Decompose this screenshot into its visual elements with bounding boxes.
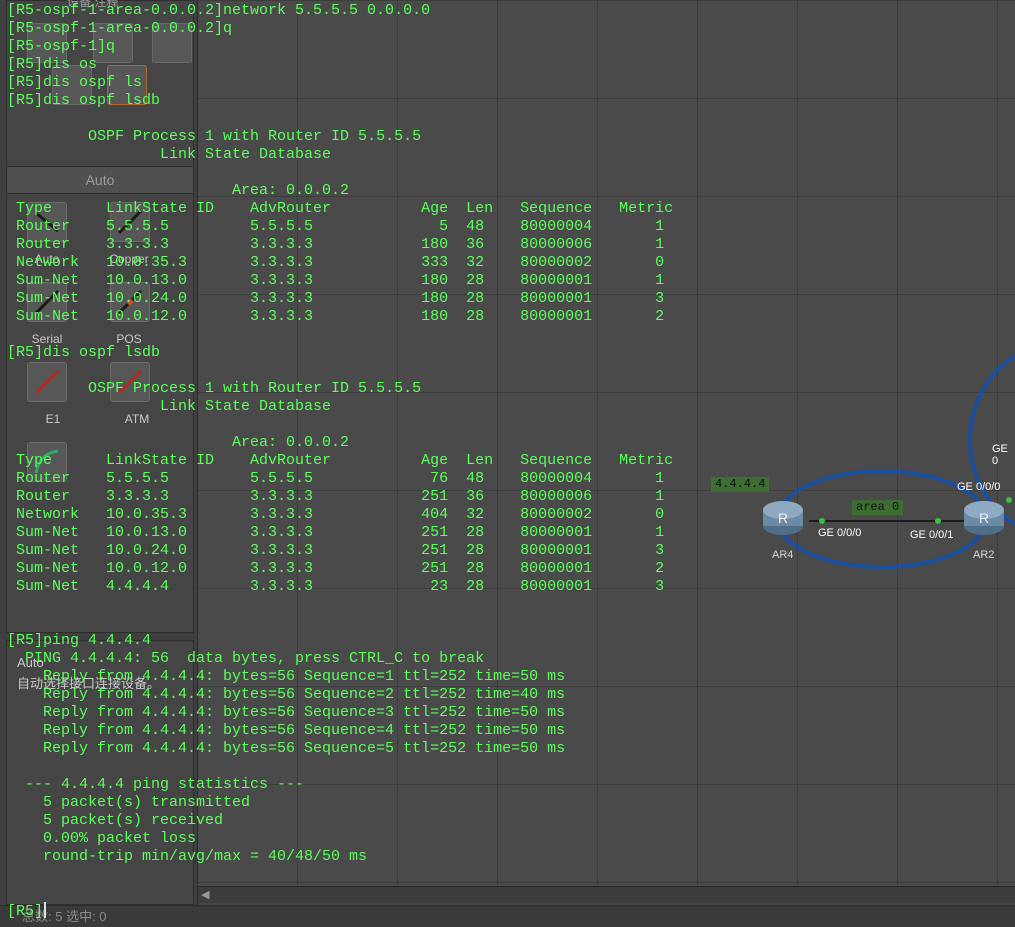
router-ar2-icon[interactable]: R [962,498,1006,543]
status-bar: 总数: 5 选中: 0 [0,905,1015,927]
pos-cable-icon[interactable] [110,282,150,322]
port-label: GE 0/0/0 [818,527,862,539]
serial-cable-icon[interactable] [27,282,67,322]
scroll-left-arrow-icon[interactable]: ◀ [201,888,209,901]
description-title: Auto [17,655,44,670]
device-category-icon[interactable] [52,65,92,105]
port-dot [819,518,825,524]
ar4-ar2-link-ring [776,469,988,569]
copper-cable-icon[interactable] [110,202,150,242]
e1-cable-icon[interactable] [27,362,67,402]
canvas-horizontal-scrollbar[interactable]: ◀ [197,886,1015,903]
status-text: 总数: 5 选中: 0 [22,909,107,924]
device-label-ar4: AR4 [772,549,794,561]
svg-text:R: R [778,510,788,526]
atm-cable-icon[interactable] [110,362,150,402]
topology-canvas[interactable]: R AR4 R AR2 GE 0/0/0 GE 0/0/1 GE 0/0/0 G… [197,0,1015,888]
ctl-cable-icon[interactable] [27,442,67,482]
device-category-icon[interactable] [27,23,67,63]
palette-cable-panel: Auto Copper Serial POS E1 ATM [6,193,194,633]
port-dot [1006,497,1012,503]
palette-top-label: 设备 注释 [67,0,119,9]
port-label: GE 0 [992,443,1008,467]
router-ar4-icon[interactable]: R [761,498,805,543]
palette-section-header[interactable]: Auto [6,166,194,194]
cable-label: Auto [34,252,60,266]
cable-label: Copper [109,252,149,266]
device-label-ar2: AR2 [973,549,995,561]
cable-label: Serial [31,332,63,346]
device-category-icon[interactable] [152,23,192,63]
cable-label: POS [116,332,142,346]
area-label-tag[interactable]: area 0 [852,500,904,515]
device-palette: 设备 注释 Auto Auto Copper Serial POS E1 ATM… [0,0,198,905]
port-label: GE 0/0/0 [957,481,1001,493]
topology-links [776,353,1015,569]
auto-connection-icon[interactable] [27,202,67,242]
area-label-tag[interactable]: 4.4.4.4 [711,477,770,492]
device-category-icon[interactable] [107,65,147,105]
port-label: GE 0/0/1 [910,529,954,541]
port-dot [935,518,941,524]
cable-label: E1 [45,412,61,426]
device-category-icon[interactable] [93,23,133,63]
description-text: 自动选择接口连接设备。 [17,676,161,691]
svg-text:R: R [979,510,989,526]
cable-label: ATM [124,412,150,426]
palette-device-panel: 设备 注释 [6,0,194,167]
